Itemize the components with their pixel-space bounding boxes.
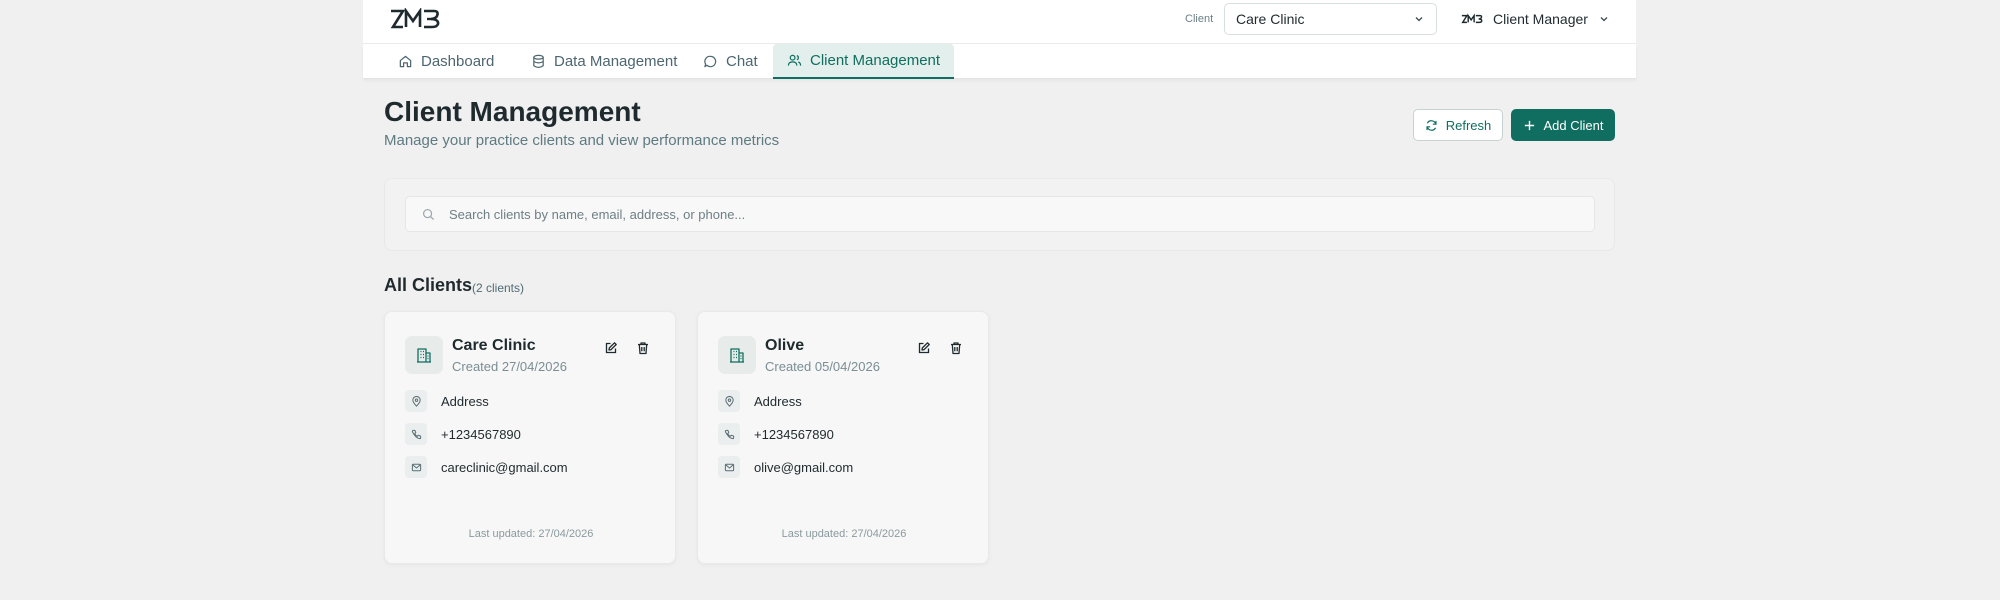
edit-icon: [918, 342, 930, 354]
delete-client-button[interactable]: [947, 339, 965, 357]
clients-count: (2 clients): [472, 281, 525, 295]
database-icon: [533, 54, 544, 68]
user-avatar-logo-icon: [1461, 13, 1483, 24]
chevron-down-icon: [1415, 17, 1423, 22]
refresh-button-label: Refresh: [1445, 117, 1492, 133]
mail-icon: [405, 456, 427, 478]
trash-icon: [638, 342, 648, 355]
map-pin-icon: [405, 390, 427, 412]
search-panel: [384, 178, 1615, 251]
map-pin-icon: [718, 390, 740, 412]
client-phone-row: +1234567890: [405, 423, 521, 445]
refresh-button[interactable]: Refresh: [1413, 109, 1503, 141]
client-address-row: Address: [405, 390, 489, 412]
plus-icon: [1524, 120, 1534, 130]
client-email-row: olive@gmail.com: [718, 456, 853, 478]
client-phone: +1234567890: [754, 426, 834, 442]
tab-label: Dashboard: [421, 53, 495, 70]
home-icon: [399, 55, 412, 68]
tab-client-management[interactable]: Client Management: [773, 44, 955, 79]
client-address: Address: [441, 393, 489, 409]
client-phone: +1234567890: [441, 426, 521, 442]
app-shell: Client Care Clinic Client Manager Dashbo…: [363, 0, 1636, 600]
refresh-icon: [1426, 119, 1437, 131]
page-title: Client Management: [384, 96, 641, 127]
user-menu-label: Client Manager: [1493, 11, 1588, 27]
users-icon: [787, 54, 802, 66]
trash-icon: [951, 342, 961, 355]
client-card[interactable]: Care Clinic Created 27/04/2026 Address +…: [384, 311, 676, 564]
mail-icon: [718, 456, 740, 478]
main-nav: Dashboard Data Management Chat Client Ma…: [363, 44, 1636, 79]
client-name: Olive: [765, 337, 805, 354]
delete-client-button[interactable]: [634, 339, 652, 357]
search-icon: [422, 208, 435, 220]
building-icon: [718, 336, 756, 374]
tab-label: Chat: [726, 53, 758, 70]
client-created-date: Created 05/04/2026: [765, 359, 880, 374]
phone-icon: [405, 423, 427, 445]
tab-data-management[interactable]: Data Management: [517, 44, 691, 79]
phone-icon: [718, 423, 740, 445]
tab-chat[interactable]: Chat: [689, 44, 772, 79]
client-name: Care Clinic: [452, 337, 536, 354]
client-last-updated: Last updated: 27/04/2026: [468, 528, 594, 540]
user-menu[interactable]: Client Manager: [1461, 8, 1610, 30]
client-address-row: Address: [718, 390, 802, 412]
search-input[interactable]: [449, 206, 1549, 222]
client-last-updated: Last updated: 27/04/2026: [781, 528, 907, 540]
top-header: Client Care Clinic Client Manager: [363, 0, 1636, 44]
search-box[interactable]: [405, 196, 1595, 232]
building-icon: [405, 336, 443, 374]
app-logo[interactable]: [389, 8, 441, 30]
client-card[interactable]: Olive Created 05/04/2026 Address +123456…: [697, 311, 989, 564]
client-select[interactable]: Care Clinic: [1224, 3, 1437, 35]
client-created-date: Created 27/04/2026: [452, 359, 567, 374]
page-subtitle: Manage your practice clients and view pe…: [384, 132, 780, 149]
client-select-label: Client: [1185, 13, 1214, 25]
tab-label: Client Management: [810, 52, 941, 69]
client-email: olive@gmail.com: [754, 459, 854, 475]
edit-icon: [605, 342, 617, 354]
client-email-row: careclinic@gmail.com: [405, 456, 568, 478]
client-phone-row: +1234567890: [718, 423, 834, 445]
edit-client-button[interactable]: [602, 339, 620, 357]
client-email: careclinic@gmail.com: [441, 459, 568, 475]
tab-label: Data Management: [554, 53, 678, 70]
clients-list-title: All Clients: [384, 275, 473, 295]
edit-client-button[interactable]: [915, 339, 933, 357]
add-client-button[interactable]: Add Client: [1511, 109, 1615, 141]
add-client-button-label: Add Client: [1543, 117, 1604, 133]
chat-icon: [704, 55, 717, 68]
chevron-down-icon: [1600, 17, 1608, 22]
client-select-value: Care Clinic: [1236, 11, 1305, 27]
client-address: Address: [754, 393, 802, 409]
tab-dashboard[interactable]: Dashboard: [384, 44, 508, 79]
